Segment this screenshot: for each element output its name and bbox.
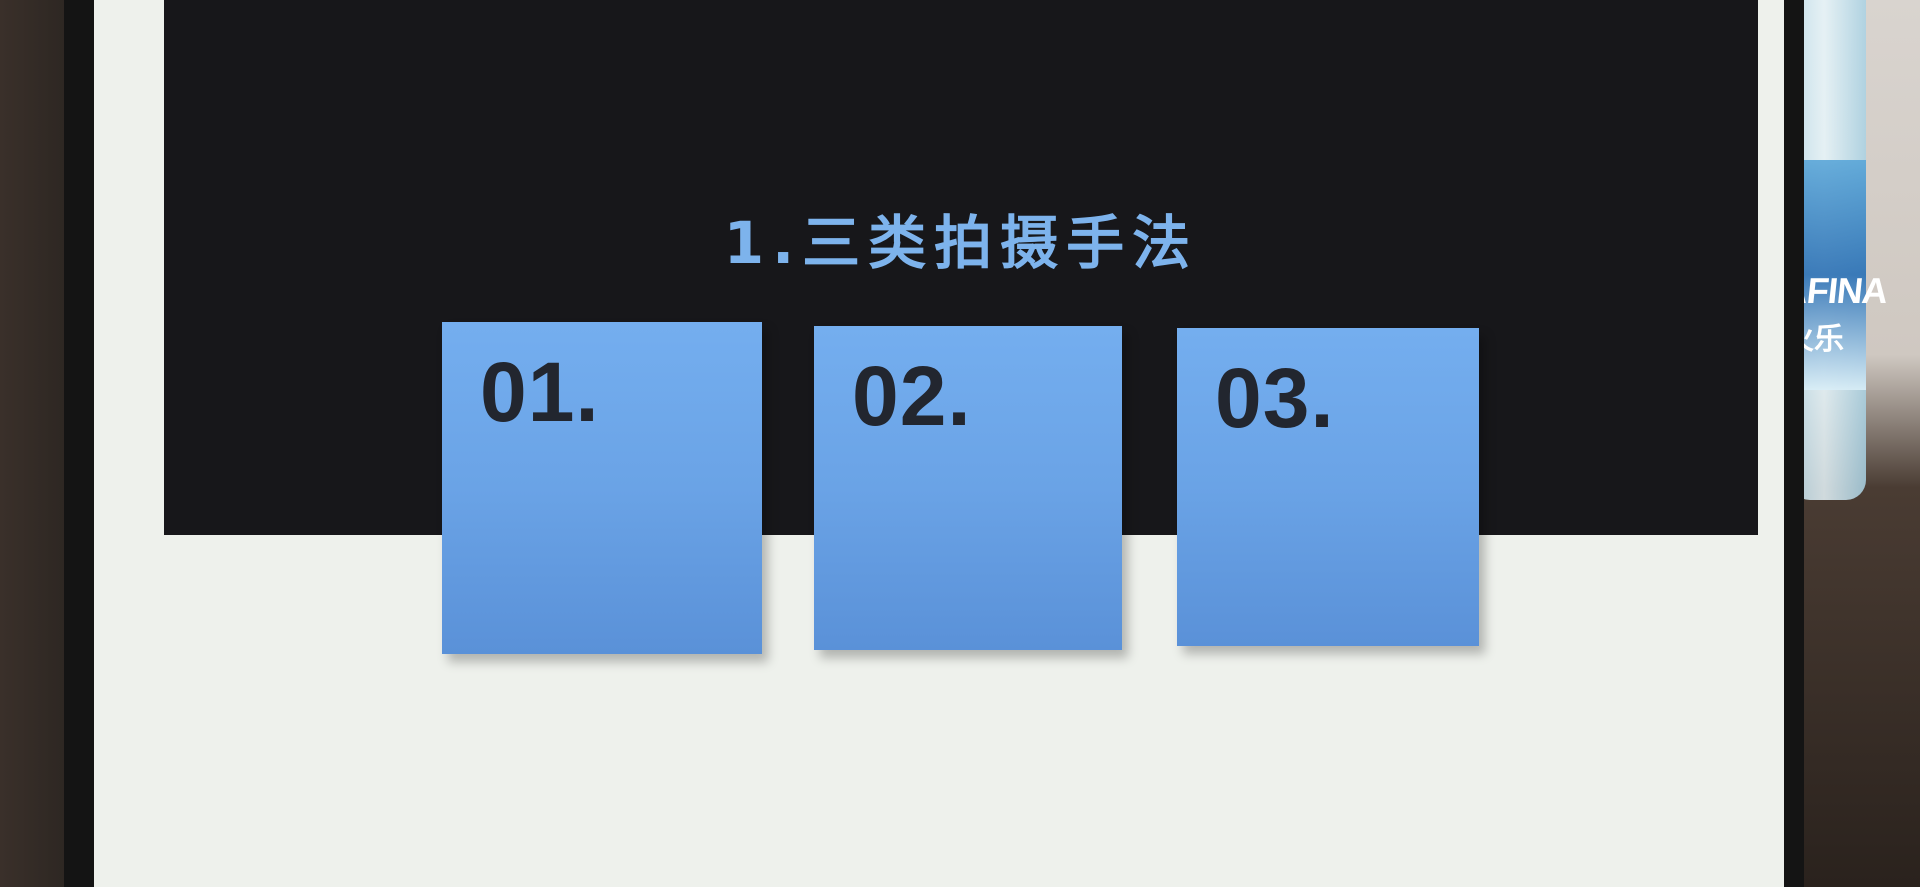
card-02: 02. [814, 326, 1122, 650]
photo-scene: AFINA 火乐 1.三类拍摄手法 01. 02. 03. [0, 0, 1920, 887]
card-01: 01. [442, 322, 762, 654]
card-03: 03. [1177, 328, 1479, 646]
card-number: 02. [852, 349, 972, 443]
slide-title: 1.三类拍摄手法 [723, 209, 1199, 277]
card-number: 01. [480, 345, 600, 439]
monitor-screen: 1.三类拍摄手法 01. 02. 03. [94, 0, 1784, 887]
card-number: 03. [1215, 351, 1335, 445]
